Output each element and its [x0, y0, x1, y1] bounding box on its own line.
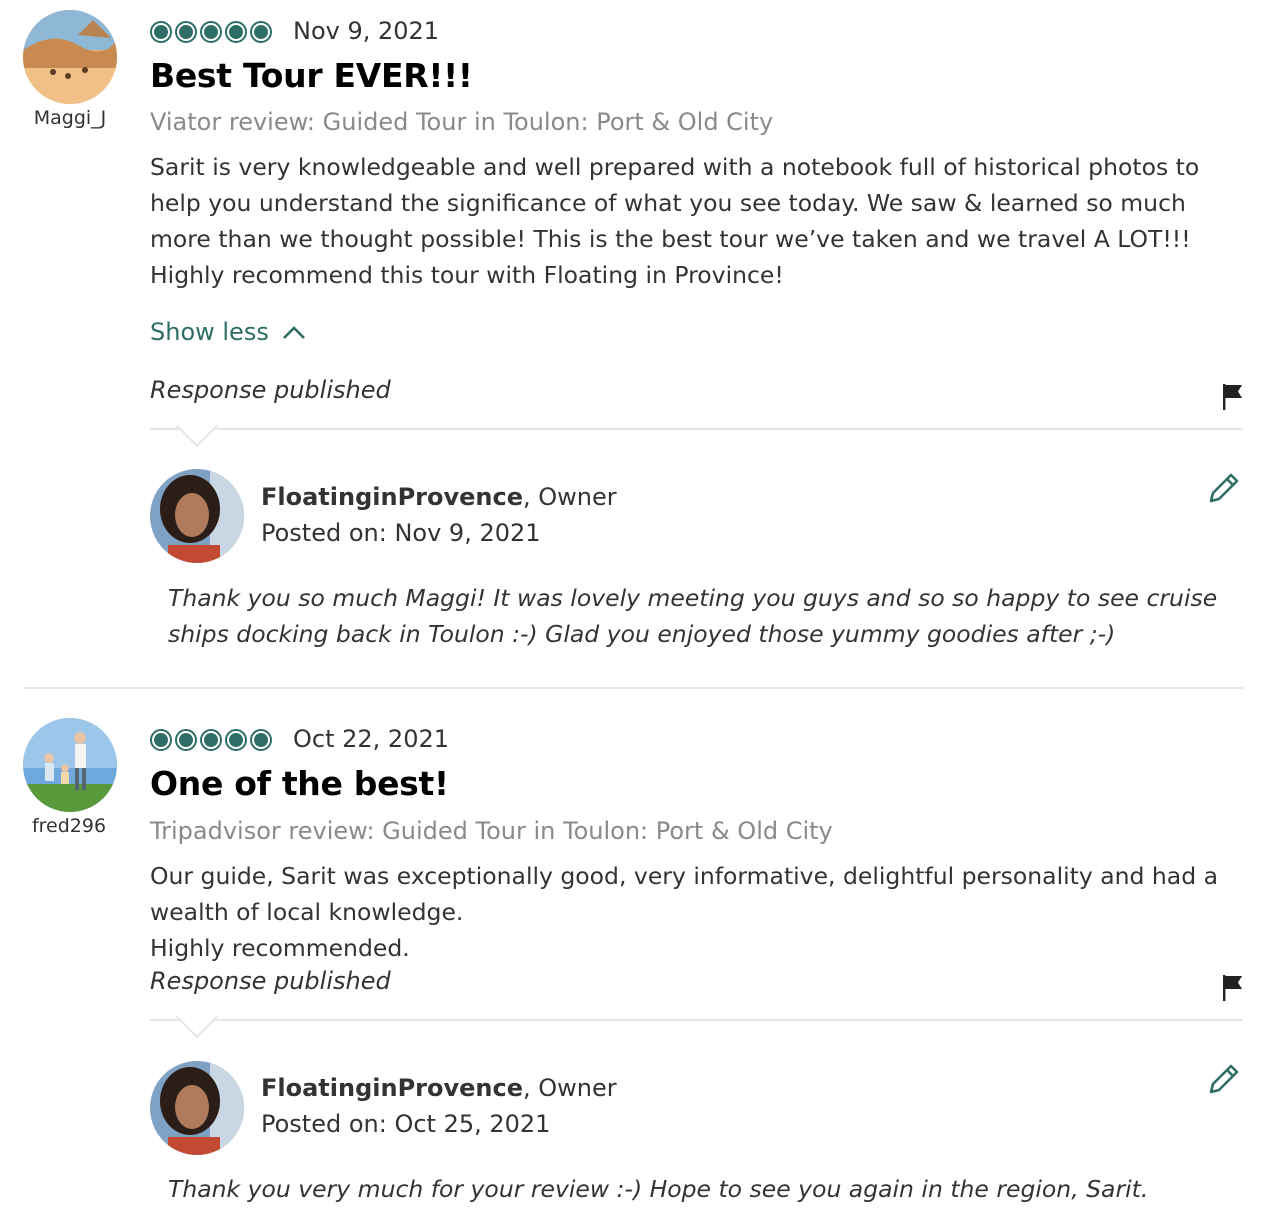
review-title: One of the best!: [150, 764, 449, 803]
response-status: Response published: [150, 967, 391, 995]
owner-role: , Owner: [523, 1074, 617, 1102]
response-pointer: [175, 995, 219, 1039]
rating-bubble-icon: [150, 21, 172, 43]
rating-bubble-icon: [175, 21, 197, 43]
owner-avatar[interactable]: [150, 1061, 244, 1155]
reviewer-username[interactable]: Maggi_J: [10, 107, 130, 129]
review-title: Best Tour EVER!!!: [150, 56, 473, 95]
owner-avatar[interactable]: [150, 469, 244, 563]
review-date: Nov 9, 2021: [293, 17, 440, 45]
review-paragraph: Highly recommended.: [150, 934, 410, 962]
owner-photo-avatar: [150, 469, 244, 563]
review-paragraph: Our guide, Sarit was exceptionally good,…: [150, 862, 1218, 926]
edit-pencil-icon[interactable]: [1206, 1061, 1242, 1101]
review-separator: [23, 687, 1243, 689]
desert-camels-avatar: [23, 10, 117, 104]
family-walking-avatar: [23, 718, 117, 812]
rating-bubbles: [150, 21, 272, 43]
response-pointer: [175, 404, 219, 448]
rating-bubble-icon: [175, 729, 197, 751]
owner-name[interactable]: FloatinginProvence: [261, 1074, 523, 1102]
reviewer-avatar[interactable]: [23, 10, 117, 104]
owner-photo-avatar: [150, 1061, 244, 1155]
review-paragraph: Sarit is very knowledgeable and well pre…: [150, 153, 1200, 289]
response-divider: [150, 428, 1243, 430]
rating-bubble-icon: [150, 729, 172, 751]
rating-bubble-icon: [200, 21, 222, 43]
review-body: Sarit is very knowledgeable and well pre…: [150, 149, 1240, 293]
owner-name-line: FloatinginProvence, Owner: [261, 483, 617, 511]
rating-bubble-icon: [200, 729, 222, 751]
review-source: Tripadvisor review: Guided Tour in Toulo…: [150, 817, 833, 845]
owner-role: , Owner: [523, 483, 617, 511]
rating-bubble-icon: [225, 729, 247, 751]
show-less-label: Show less: [150, 318, 269, 346]
review-date: Oct 22, 2021: [293, 725, 449, 753]
response-posted-date: Posted on: Nov 9, 2021: [261, 519, 541, 547]
owner-response-text: Thank you very much for your review :-) …: [168, 1175, 1149, 1203]
show-less-button[interactable]: Show less: [150, 318, 307, 346]
flag-icon[interactable]: [1221, 974, 1245, 1006]
response-posted-date: Posted on: Oct 25, 2021: [261, 1110, 551, 1138]
review-source: Viator review: Guided Tour in Toulon: Po…: [150, 108, 774, 136]
owner-response-text: Thank you so much Maggi! It was lovely m…: [168, 584, 1218, 648]
edit-pencil-icon[interactable]: [1206, 470, 1242, 510]
flag-icon[interactable]: [1221, 383, 1245, 415]
response-divider: [150, 1019, 1243, 1021]
review-body: Our guide, Sarit was exceptionally good,…: [150, 858, 1240, 966]
rating-bubble-icon: [250, 21, 272, 43]
reviewer-username[interactable]: fred296: [9, 815, 129, 837]
chevron-up-icon: [282, 326, 305, 339]
reviewer-avatar[interactable]: [23, 718, 117, 812]
response-status: Response published: [150, 376, 391, 404]
rating-bubbles: [150, 729, 272, 751]
rating-bubble-icon: [225, 21, 247, 43]
owner-name[interactable]: FloatinginProvence: [261, 483, 523, 511]
owner-name-line: FloatinginProvence, Owner: [261, 1074, 617, 1102]
rating-bubble-icon: [250, 729, 272, 751]
